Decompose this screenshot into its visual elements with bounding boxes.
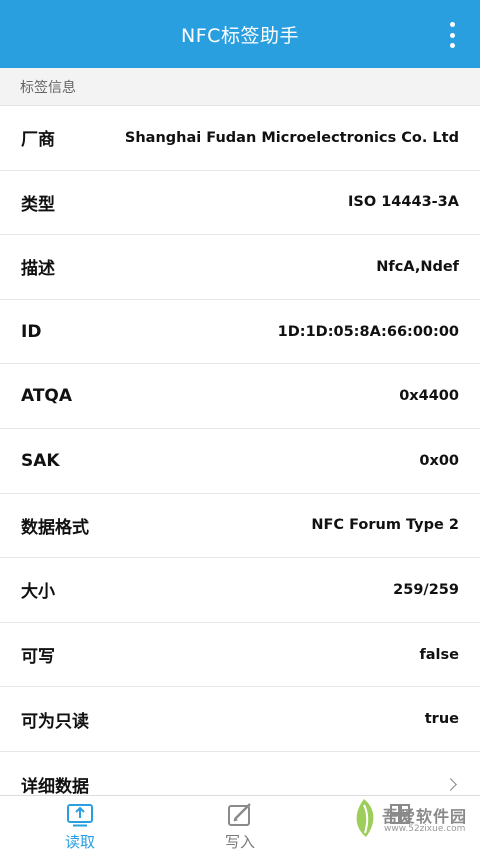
row-value: NFC Forum Type 2 xyxy=(311,517,459,534)
edit-icon xyxy=(228,803,251,826)
nav-label: 读取 xyxy=(64,833,95,851)
row-value: 0x4400 xyxy=(399,388,459,405)
grid-icon xyxy=(390,804,410,824)
row-label: 详细数据 xyxy=(21,776,89,797)
row-value: NfcA,Ndef xyxy=(376,258,459,275)
dot-icon xyxy=(449,32,455,38)
row-label: ID xyxy=(21,321,42,342)
row-label: 可写 xyxy=(21,647,55,668)
app-bar: NFC标签助手 xyxy=(0,0,480,68)
info-row-writable: 可写 false xyxy=(0,622,480,688)
info-row-manufacturer: 厂商 Shanghai Fudan Microelectronics Co. L… xyxy=(0,106,480,171)
row-label: 大小 xyxy=(21,582,55,603)
nav-tab-write[interactable]: 写入 xyxy=(160,796,320,853)
nav-tab-more[interactable] xyxy=(320,796,480,853)
row-value: Shanghai Fudan Microelectronics Co. Ltd xyxy=(124,129,459,146)
section-header: 标签信息 xyxy=(0,68,480,106)
row-value: false xyxy=(419,646,459,663)
row-value: 1D:1D:05:8A:66:00:00 xyxy=(277,323,459,340)
info-row-size: 大小 259/259 xyxy=(0,558,480,623)
app-screen: NFC标签助手 标签信息 厂商 Shanghai Fudan Microelec… xyxy=(0,0,480,853)
more-vert-icon[interactable] xyxy=(444,22,460,48)
row-label: 描述 xyxy=(21,259,55,280)
nav-tab-read[interactable]: 读取 xyxy=(0,796,160,853)
nav-label: 写入 xyxy=(224,833,255,851)
dot-icon xyxy=(449,43,455,48)
row-label: 类型 xyxy=(21,194,55,215)
info-row-atqa: ATQA 0x4400 xyxy=(0,364,480,429)
row-label: 数据格式 xyxy=(21,517,89,538)
dot-icon xyxy=(449,22,455,27)
row-label: 可为只读 xyxy=(21,711,89,732)
info-row-type: 类型 ISO 14443-3A xyxy=(0,170,480,236)
bottom-nav: 读取 写入 xyxy=(0,795,480,853)
tag-info-list: 厂商 Shanghai Fudan Microelectronics Co. L… xyxy=(0,106,480,817)
row-value: true xyxy=(424,711,459,728)
row-label: SAK xyxy=(21,450,60,471)
info-row-data-format: 数据格式 NFC Forum Type 2 xyxy=(0,493,480,559)
read-tag-icon xyxy=(67,804,93,827)
chevron-right-icon xyxy=(444,777,457,791)
app-title: NFC标签助手 xyxy=(181,24,299,47)
info-row-can-make-readonly: 可为只读 true xyxy=(0,687,480,752)
row-label: ATQA xyxy=(21,386,73,407)
row-value: 259/259 xyxy=(393,581,459,598)
row-label: 厂商 xyxy=(21,130,55,151)
info-row-description: 描述 NfcA,Ndef xyxy=(0,235,480,300)
row-value: ISO 14443-3A xyxy=(348,194,459,211)
info-row-sak: SAK 0x00 xyxy=(0,428,480,494)
row-value: 0x00 xyxy=(419,452,459,469)
info-row-id: ID 1D:1D:05:8A:66:00:00 xyxy=(0,299,480,365)
